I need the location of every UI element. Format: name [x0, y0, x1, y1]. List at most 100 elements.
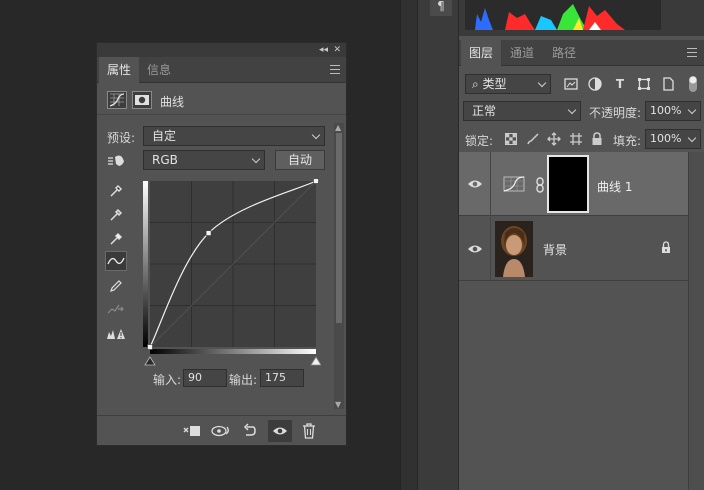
eye-icon[interactable] — [467, 178, 483, 190]
chevron-down-icon — [687, 105, 697, 115]
filter-shape-icon[interactable] — [636, 76, 652, 92]
chevron-down-icon — [537, 78, 547, 88]
search-icon: ⌕ — [472, 77, 483, 91]
black-point-slider[interactable] — [144, 356, 156, 366]
blend-mode-value: 正常 — [472, 104, 497, 118]
clipping-warning-icon[interactable] — [105, 324, 127, 344]
lock-move-icon[interactable] — [546, 131, 562, 147]
auto-button[interactable]: 自动 — [275, 150, 325, 170]
filter-type-icon[interactable]: T — [612, 76, 628, 92]
tab-info[interactable]: 信息 — [139, 57, 179, 83]
fill-field[interactable]: 100% — [645, 129, 701, 149]
lock-icon[interactable] — [661, 241, 671, 254]
layer-divider — [490, 217, 491, 280]
pencil-icon[interactable] — [105, 276, 127, 296]
properties-footer — [97, 415, 346, 445]
histogram — [465, 0, 661, 30]
curve-control-point[interactable] — [313, 178, 319, 184]
filter-adjustment-icon[interactable] — [587, 76, 603, 92]
dock-column — [417, 0, 459, 490]
filter-kind-value: 类型 — [482, 77, 507, 91]
curves-graph[interactable] — [143, 178, 322, 375]
channel-value: RGB — [152, 153, 178, 167]
layers-panel: 图层 通道 路径 ⌕ 类型 T 正常 不透明度: 100% 锁定: 填充: 10… — [458, 0, 704, 490]
channel-dropdown[interactable]: RGB — [143, 150, 265, 170]
filter-toggle-icon[interactable] — [685, 76, 701, 92]
chevron-down-icon — [687, 133, 697, 143]
layer-row-background[interactable]: 背景 — [459, 217, 689, 281]
layer-filter-row: ⌕ 类型 T — [459, 72, 704, 96]
curve-control-point[interactable] — [205, 230, 212, 236]
scroll-down-icon[interactable]: ▼ — [335, 400, 341, 409]
filter-pixel-icon[interactable] — [563, 76, 579, 92]
layer-row-curves[interactable]: 曲线 1 — [459, 152, 689, 216]
filter-smart-object-icon[interactable] — [660, 76, 676, 92]
histogram-panel — [459, 0, 704, 36]
output-gradient-bar — [143, 181, 148, 347]
preset-value: 自定 — [152, 129, 177, 143]
chevron-down-icon — [567, 105, 577, 115]
collapse-icon[interactable]: ◂◂ — [319, 43, 328, 57]
layer-photo-thumbnail[interactable] — [495, 221, 533, 277]
eyedropper-black-icon[interactable] — [105, 181, 127, 201]
lock-brush-icon[interactable] — [525, 131, 541, 147]
properties-scrollbar[interactable]: ▲ ▼ — [334, 123, 344, 409]
panel-menu-icon[interactable] — [330, 65, 340, 74]
layer-mask-thumbnail[interactable] — [547, 155, 589, 213]
curve-control-point[interactable] — [147, 344, 153, 350]
clip-to-layer-icon[interactable] — [180, 420, 204, 442]
tab-channels[interactable]: 通道 — [502, 40, 542, 66]
scroll-up-icon[interactable]: ▲ — [335, 123, 341, 132]
eyedropper-white-icon[interactable] — [105, 229, 127, 249]
adjustment-title: 曲线 — [160, 95, 185, 109]
filter-kind-dropdown[interactable]: ⌕ 类型 — [465, 74, 551, 94]
output-value-field[interactable]: 175 — [260, 369, 304, 387]
eye-icon[interactable] — [467, 243, 483, 255]
view-previous-icon[interactable] — [209, 420, 233, 442]
blend-mode-dropdown[interactable]: 正常 — [463, 101, 581, 121]
curves-adjustment-icon[interactable] — [107, 91, 127, 109]
input-value-field[interactable]: 90 — [183, 369, 227, 387]
paragraph-icon[interactable]: ¶ — [430, 0, 452, 16]
target-adjust-hand-icon[interactable] — [106, 151, 128, 171]
opacity-value: 100% — [650, 104, 682, 117]
trash-icon[interactable] — [297, 420, 321, 442]
collapsed-panel-dock — [400, 0, 459, 490]
curve-point-icon[interactable] — [105, 251, 127, 271]
tab-layers[interactable]: 图层 — [461, 40, 502, 66]
chevron-down-icon — [311, 130, 321, 140]
lock-artboard-icon[interactable] — [568, 131, 584, 147]
panel-titlebar[interactable]: ◂◂ ✕ — [97, 43, 346, 57]
properties-tabs: 属性 信息 — [97, 57, 346, 83]
layer-name[interactable]: 背景 — [543, 241, 567, 258]
opacity-label: 不透明度: — [589, 106, 642, 120]
layers-scrollbar[interactable] — [688, 152, 704, 490]
lock-transparent-icon[interactable] — [503, 131, 519, 147]
close-icon[interactable]: ✕ — [333, 43, 341, 57]
eyedropper-gray-icon[interactable] — [105, 205, 127, 225]
preset-label: 预设: — [107, 131, 136, 145]
layer-name[interactable]: 曲线 1 — [597, 178, 632, 195]
visibility-icon[interactable] — [268, 420, 292, 442]
tab-properties[interactable]: 属性 — [99, 57, 140, 83]
tab-paths[interactable]: 路径 — [544, 40, 584, 66]
fill-value: 100% — [650, 132, 682, 145]
chain-link-icon[interactable] — [535, 177, 545, 193]
adjustment-header: 曲线 — [97, 85, 346, 115]
smooth-icon[interactable] — [105, 299, 127, 319]
output-label: 输出: — [229, 373, 258, 387]
lock-all-icon[interactable] — [589, 131, 605, 147]
properties-panel: ◂◂ ✕ 属性 信息 曲线 预设: 自定 RGB 自动 输入: 90 输出: 1… — [96, 42, 347, 446]
mask-icon[interactable] — [132, 91, 152, 109]
opacity-field[interactable]: 100% — [645, 101, 701, 121]
layers-menu-icon[interactable] — [687, 48, 697, 57]
scroll-thumb[interactable] — [336, 133, 342, 323]
input-label: 输入: — [153, 373, 182, 387]
input-gradient-bar — [150, 349, 316, 354]
layer-divider — [490, 152, 491, 215]
lock-label: 锁定: — [465, 134, 494, 148]
preset-dropdown[interactable]: 自定 — [143, 126, 325, 146]
chevron-down-icon — [251, 154, 261, 164]
reset-icon[interactable] — [238, 420, 262, 442]
white-point-slider[interactable] — [310, 356, 322, 366]
